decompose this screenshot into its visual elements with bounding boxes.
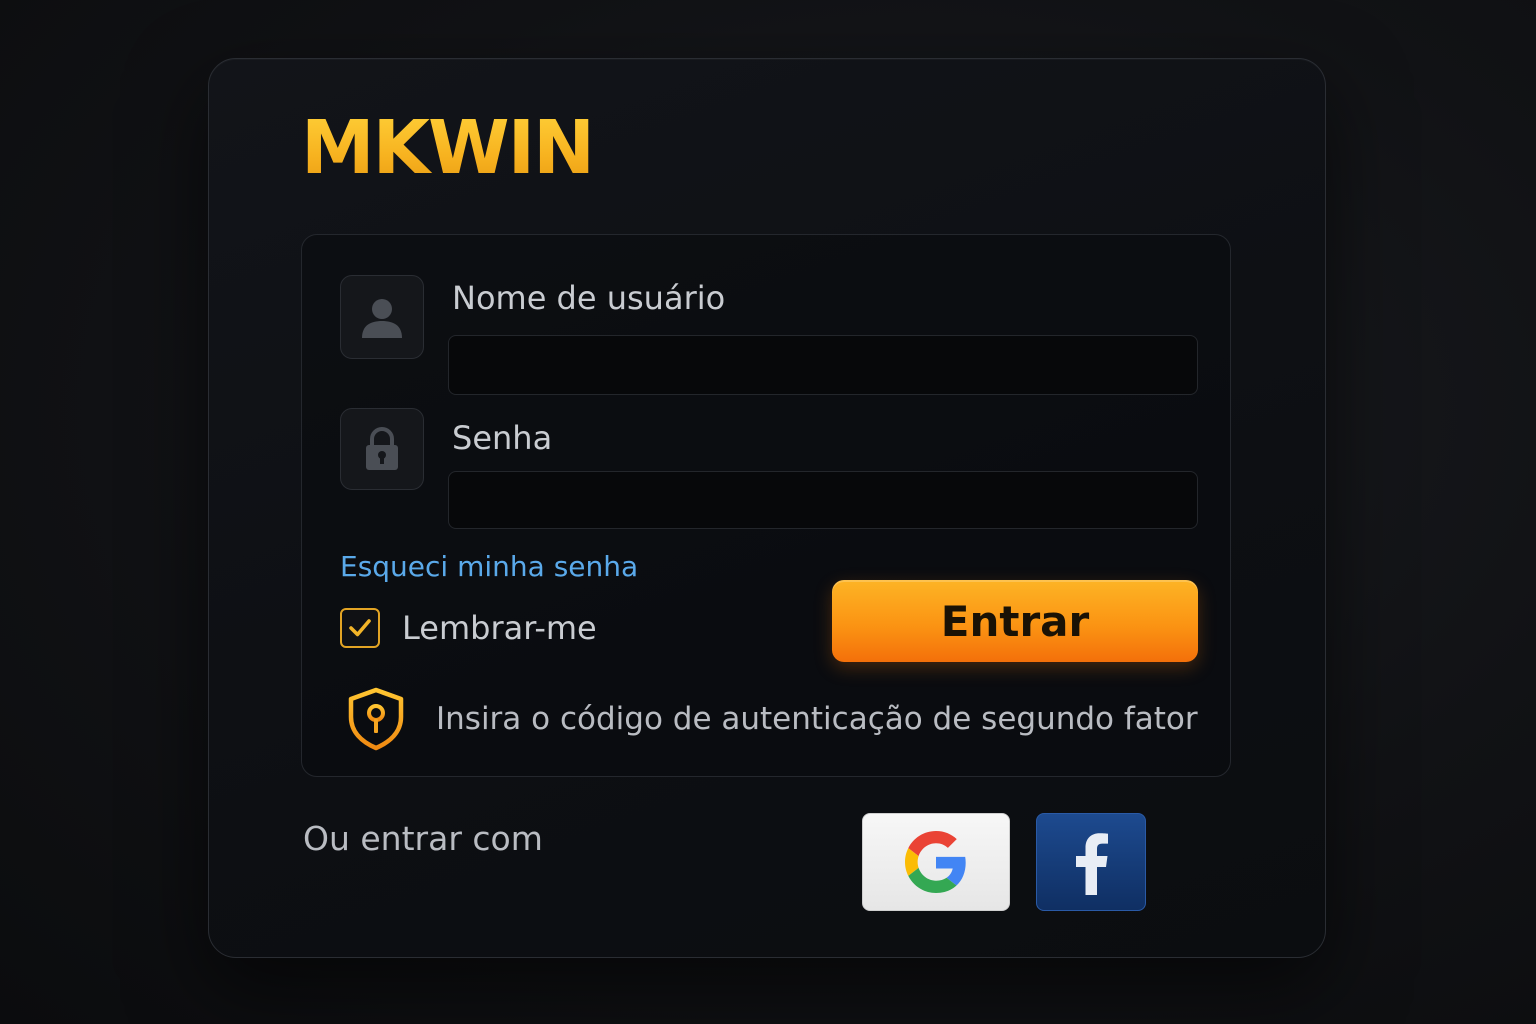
checkmark-icon [349,619,371,637]
password-input[interactable] [448,471,1198,529]
facebook-login-button[interactable] [1036,813,1146,911]
login-button[interactable]: Entrar [832,580,1198,662]
lock-icon [340,408,424,490]
remember-me-label: Lembrar-me [402,609,597,647]
forgot-password-link[interactable]: Esqueci minha senha [340,550,638,583]
login-form: Nome de usuário Senha Esqueci minha senh… [301,234,1231,777]
google-login-button[interactable] [862,813,1010,911]
brand-logo: MKWIN [301,105,595,191]
two-factor-prompt[interactable]: Insira o código de autenticação de segun… [346,687,1198,751]
alt-login-label: Ou entrar com [303,819,543,858]
login-card: MKWIN Nome de usuário Senha Esqueci minh… [208,58,1326,958]
username-label: Nome de usuário [452,279,726,317]
remember-me-checkbox[interactable] [340,608,380,648]
two-factor-text: Insira o código de autenticação de segun… [436,701,1198,737]
username-input[interactable] [448,335,1198,395]
remember-me-toggle[interactable]: Lembrar-me [340,608,597,648]
facebook-icon [1076,833,1108,895]
google-icon [905,831,966,893]
password-label: Senha [452,419,553,457]
user-icon [340,275,424,359]
shield-key-icon [348,687,404,751]
